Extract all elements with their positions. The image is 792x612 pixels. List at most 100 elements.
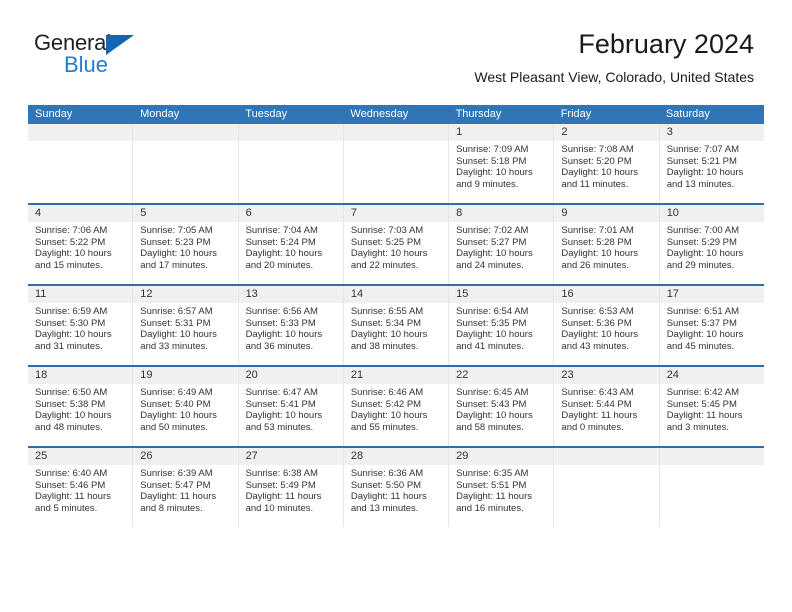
weekday-header-saturday: Saturday (665, 108, 710, 120)
day-detail-line: and 33 minutes. (140, 340, 208, 352)
day-details: Sunrise: 7:01 AM Sunset: 5:28 PM Daylight:… (554, 222, 658, 273)
day-detail-line: Sunrise: 6:46 AM (350, 387, 424, 398)
calendar-day-cell[interactable]: 16 Sunrise: 6:53 AM Sunset: 5:36 PM Dayligh… (554, 286, 660, 365)
day-detail-line: Sunset: 5:47 PM (140, 479, 211, 491)
calendar-day-cell[interactable]: 14 Sunrise: 6:55 AM Sunset: 5:34 PM Dayligh… (343, 286, 450, 365)
day-detail-line: and 58 minutes. (456, 421, 524, 433)
calendar-day-cell[interactable]: 8 Sunrise: 7:02 AM Sunset: 5:27 PM Daylight… (449, 205, 555, 284)
calendar-day-cell[interactable]: 7 Sunrise: 7:03 AM Sunset: 5:25 PM Daylight… (343, 205, 450, 284)
calendar-day-cell[interactable]: 11 Sunrise: 6:59 AM Sunset: 5:30 PM Dayligh… (28, 286, 134, 365)
day-detail-line: Daylight: 11 hours (456, 491, 532, 503)
calendar-week-row: 18 Sunrise: 6:50 AM Sunset: 5:38 PM Dayligh… (28, 365, 764, 446)
calendar-day-cell[interactable]: 25 Sunrise: 6:40 AM Sunset: 5:46 PM Dayligh… (28, 448, 134, 527)
calendar-day-cell[interactable]: 12 Sunrise: 6:57 AM Sunset: 5:31 PM Dayligh… (133, 286, 239, 365)
weekday-header-monday: Monday (140, 108, 180, 120)
day-details: Sunrise: 6:39 AM Sunset: 5:47 PM Daylight:… (133, 465, 237, 516)
calendar-day-cell[interactable]: 15 Sunrise: 6:54 AM Sunset: 5:35 PM Dayligh… (449, 286, 555, 365)
day-number: 6 (238, 205, 343, 222)
day-detail-line: Sunrise: 6:36 AM (350, 468, 424, 479)
day-detail-line: Daylight: 10 hours (456, 410, 533, 422)
calendar-day-cell[interactable]: 24 Sunrise: 6:42 AM Sunset: 5:45 PM Dayligh… (659, 367, 764, 446)
day-details: Sunrise: 7:06 AM Sunset: 5:22 PM Daylight:… (28, 222, 132, 273)
day-detail-line: Daylight: 10 hours (35, 410, 112, 422)
day-details: Sunrise: 6:49 AM Sunset: 5:40 PM Daylight:… (133, 384, 237, 435)
day-detail-line: Sunset: 5:18 PM (456, 155, 527, 167)
day-number: 3 (659, 124, 764, 141)
day-detail-line: Daylight: 10 hours (666, 248, 744, 260)
day-detail-line: and 5 minutes. (35, 502, 98, 514)
day-detail-line: and 3 minutes. (666, 421, 730, 433)
calendar-day-cell[interactable]: 4 Sunrise: 7:06 AM Sunset: 5:22 PM Daylight… (28, 205, 134, 284)
day-detail-line: Daylight: 10 hours (666, 167, 744, 179)
day-detail-line: Daylight: 10 hours (561, 329, 638, 341)
logo-text-general: General (34, 30, 111, 55)
calendar-day-cell[interactable]: 18 Sunrise: 6:50 AM Sunset: 5:38 PM Dayligh… (28, 367, 134, 446)
day-number: 9 (554, 205, 659, 222)
calendar-day-cell[interactable]: 19 Sunrise: 6:49 AM Sunset: 5:40 PM Dayligh… (133, 367, 239, 446)
day-detail-line: Sunrise: 7:03 AM (350, 225, 424, 236)
calendar-day-cell[interactable]: 21 Sunrise: 6:46 AM Sunset: 5:42 PM Dayligh… (343, 367, 450, 446)
day-detail-line: Sunset: 5:21 PM (666, 155, 737, 167)
page-subtitle: West Pleasant View, Colorado, United Sta… (474, 69, 754, 85)
calendar-day-cell[interactable]: 28 Sunrise: 6:36 AM Sunset: 5:50 PM Dayligh… (343, 448, 450, 527)
day-number: 20 (238, 367, 343, 384)
day-details: Sunrise: 6:55 AM Sunset: 5:34 PM Daylight:… (344, 303, 448, 354)
day-detail-line: and 17 minutes. (140, 259, 208, 271)
day-details: Sunrise: 6:43 AM Sunset: 5:44 PM Daylight:… (554, 384, 658, 435)
day-detail-line: Daylight: 10 hours (561, 248, 638, 260)
calendar-day-cell[interactable]: 3 Sunrise: 7:07 AM Sunset: 5:21 PM Daylight… (659, 124, 764, 203)
calendar-day-cell[interactable]: 5 Sunrise: 7:05 AM Sunset: 5:23 PM Daylight… (133, 205, 239, 284)
calendar-day-cell[interactable]: 27 Sunrise: 6:38 AM Sunset: 5:49 PM Dayligh… (238, 448, 344, 527)
day-details: Sunrise: 6:53 AM Sunset: 5:36 PM Daylight:… (554, 303, 658, 354)
calendar-day-cell[interactable]: 26 Sunrise: 6:39 AM Sunset: 5:47 PM Dayligh… (133, 448, 239, 527)
calendar-day-cell[interactable]: 2 Sunrise: 7:08 AM Sunset: 5:20 PM Daylight… (554, 124, 660, 203)
calendar-day-cell[interactable]: 22 Sunrise: 6:45 AM Sunset: 5:43 PM Dayligh… (449, 367, 555, 446)
day-number: 27 (238, 448, 343, 465)
day-detail-line: and 15 minutes. (35, 259, 103, 271)
day-detail-line: Sunset: 5:38 PM (35, 398, 106, 410)
day-number: 8 (449, 205, 554, 222)
calendar-day-cell[interactable]: 13 Sunrise: 6:56 AM Sunset: 5:33 PM Dayligh… (238, 286, 344, 365)
page-header: General Blue February 2024 West Pleasant… (0, 0, 792, 85)
day-detail-line: Sunset: 5:40 PM (140, 398, 211, 410)
weekday-header-thursday: Thursday (455, 108, 502, 120)
calendar-day-cell[interactable]: 10 Sunrise: 7:00 AM Sunset: 5:29 PM Dayligh… (659, 205, 764, 284)
day-number: 28 (343, 448, 449, 465)
day-detail-line: Sunset: 5:41 PM (245, 398, 316, 410)
day-detail-line: Sunrise: 6:54 AM (456, 306, 529, 317)
day-number: 18 (28, 367, 133, 384)
day-detail-line: Sunrise: 6:43 AM (561, 387, 634, 398)
day-number: 4 (28, 205, 133, 222)
day-detail-line: Daylight: 11 hours (245, 491, 322, 503)
day-number: 25 (28, 448, 133, 465)
day-detail-line: Sunrise: 6:45 AM (456, 387, 529, 398)
day-detail-line: and 22 minutes. (350, 259, 419, 271)
calendar-day-cell[interactable]: 9 Sunrise: 7:01 AM Sunset: 5:28 PM Daylight… (554, 205, 660, 284)
day-details: Sunrise: 6:59 AM Sunset: 5:30 PM Daylight:… (28, 303, 132, 354)
calendar-day-cell[interactable]: 6 Sunrise: 7:04 AM Sunset: 5:24 PM Daylight… (238, 205, 344, 284)
day-number: 13 (238, 286, 343, 303)
day-detail-line: Daylight: 10 hours (456, 329, 533, 341)
day-detail-line: and 24 minutes. (456, 259, 524, 271)
calendar-day-cell[interactable]: 23 Sunrise: 6:43 AM Sunset: 5:44 PM Dayligh… (554, 367, 660, 446)
day-details: Sunrise: 6:47 AM Sunset: 5:41 PM Daylight:… (239, 384, 343, 435)
day-detail-line: and 11 minutes. (561, 178, 629, 190)
calendar-empty-cell (28, 124, 134, 203)
calendar-day-cell[interactable]: 1 Sunrise: 7:09 AM Sunset: 5:18 PM Daylight… (449, 124, 555, 203)
day-details (554, 465, 658, 470)
calendar-day-cell[interactable]: 20 Sunrise: 6:47 AM Sunset: 5:41 PM Dayligh… (238, 367, 344, 446)
calendar-day-cell[interactable]: 17 Sunrise: 6:51 AM Sunset: 5:37 PM Dayligh… (659, 286, 764, 365)
calendar-day-cell[interactable]: 29 Sunrise: 6:35 AM Sunset: 5:51 PM Dayligh… (449, 448, 555, 527)
calendar-empty-cell (554, 448, 660, 527)
day-detail-line: Daylight: 10 hours (456, 167, 533, 179)
calendar-week-row: 11 Sunrise: 6:59 AM Sunset: 5:30 PM Dayligh… (28, 284, 764, 365)
day-detail-line: Sunset: 5:25 PM (350, 236, 422, 248)
day-detail-line: and 31 minutes. (35, 340, 103, 352)
day-detail-line: Sunset: 5:23 PM (140, 236, 211, 248)
day-details (133, 141, 237, 146)
day-detail-line: and 53 minutes. (245, 421, 314, 433)
day-detail-line: Daylight: 11 hours (561, 410, 638, 422)
day-number (659, 448, 764, 465)
day-details: Sunrise: 6:50 AM Sunset: 5:38 PM Daylight:… (28, 384, 132, 435)
day-number: 22 (449, 367, 554, 384)
